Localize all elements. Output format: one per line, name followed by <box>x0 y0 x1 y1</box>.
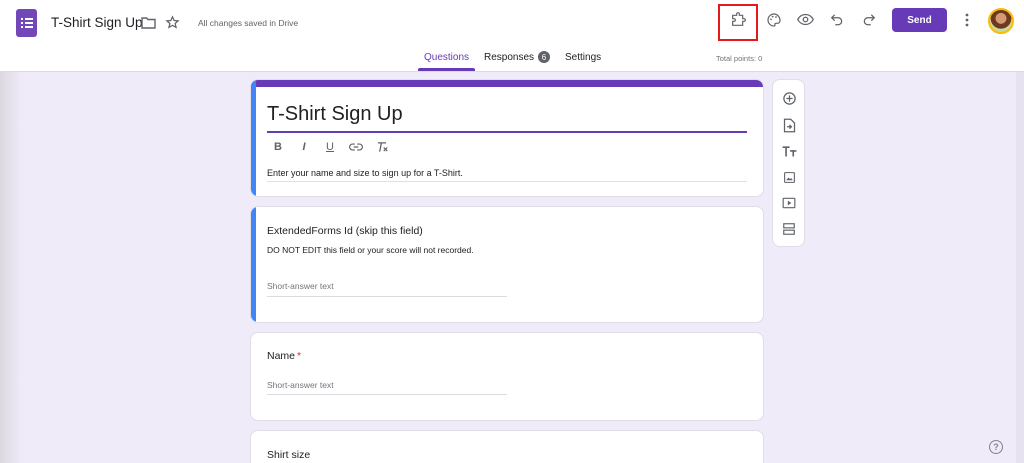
answer-underline <box>267 394 507 395</box>
responses-count-badge: 6 <box>538 51 550 63</box>
question-card[interactable]: Name * Short-answer text <box>250 332 764 421</box>
question-card[interactable]: Shirt size <box>250 430 764 463</box>
scrollbar-track[interactable] <box>1016 72 1024 463</box>
theme-accent-bar <box>251 80 763 87</box>
description-underline <box>267 181 747 182</box>
addons-highlight-box <box>718 4 758 41</box>
short-answer-field: Short-answer text <box>267 281 334 291</box>
active-card-indicator <box>251 80 256 196</box>
tab-questions[interactable]: Questions <box>424 52 469 63</box>
form-tabs: Questions Responses 6 Settings <box>0 50 1024 72</box>
add-title-icon[interactable] <box>781 143 797 159</box>
tab-responses[interactable]: Responses <box>484 52 534 63</box>
tab-settings[interactable]: Settings <box>565 52 601 63</box>
clear-format-icon[interactable] <box>375 141 389 153</box>
question-title[interactable]: Shirt size <box>267 449 310 461</box>
add-image-icon[interactable] <box>781 169 797 185</box>
google-forms-logo[interactable] <box>16 9 37 37</box>
send-button[interactable]: Send <box>892 8 947 32</box>
star-icon[interactable] <box>165 15 180 30</box>
undo-icon[interactable] <box>830 13 844 26</box>
account-avatar[interactable] <box>988 8 1014 34</box>
add-section-icon[interactable] <box>781 221 797 237</box>
question-title[interactable]: ExtendedForms Id (skip this field) <box>267 225 423 237</box>
app-header: T-Shirt Sign Up All changes saved in Dri… <box>0 0 1024 72</box>
folder-icon[interactable] <box>141 16 156 29</box>
bold-icon[interactable]: B <box>271 140 285 154</box>
italic-icon[interactable]: I <box>297 140 311 154</box>
document-title[interactable]: T-Shirt Sign Up <box>51 15 143 30</box>
link-icon[interactable] <box>349 142 363 152</box>
question-title[interactable]: Name * <box>267 350 301 362</box>
form-description-input[interactable]: Enter your name and size to sign up for … <box>267 168 463 178</box>
help-icon[interactable]: ? <box>989 440 1003 454</box>
title-underline <box>267 131 747 133</box>
answer-underline <box>267 296 507 297</box>
add-question-icon[interactable] <box>781 90 797 106</box>
left-shadow <box>0 72 22 463</box>
question-description[interactable]: DO NOT EDIT this field or your score wil… <box>267 245 474 255</box>
preview-eye-icon[interactable] <box>797 13 814 26</box>
form-title-card[interactable]: T-Shirt Sign Up B I U Enter your name an… <box>250 79 764 197</box>
palette-icon[interactable] <box>766 12 782 28</box>
formatting-toolbar: B I U <box>271 140 389 154</box>
active-tab-indicator <box>418 68 475 71</box>
question-side-toolbar <box>772 79 805 247</box>
active-card-indicator <box>251 207 256 322</box>
question-title-text: Name <box>267 350 296 362</box>
question-card[interactable]: ExtendedForms Id (skip this field) DO NO… <box>250 206 764 323</box>
import-questions-icon[interactable] <box>781 117 797 133</box>
save-status: All changes saved in Drive <box>198 18 299 28</box>
form-title-input[interactable]: T-Shirt Sign Up <box>267 103 403 126</box>
redo-icon[interactable] <box>862 13 876 26</box>
total-points: Total points: 0 <box>716 54 763 63</box>
add-video-icon[interactable] <box>781 195 797 211</box>
more-vert-icon[interactable] <box>964 13 970 27</box>
short-answer-field: Short-answer text <box>267 380 334 390</box>
underline-icon[interactable]: U <box>323 140 337 154</box>
required-mark: * <box>297 350 302 362</box>
